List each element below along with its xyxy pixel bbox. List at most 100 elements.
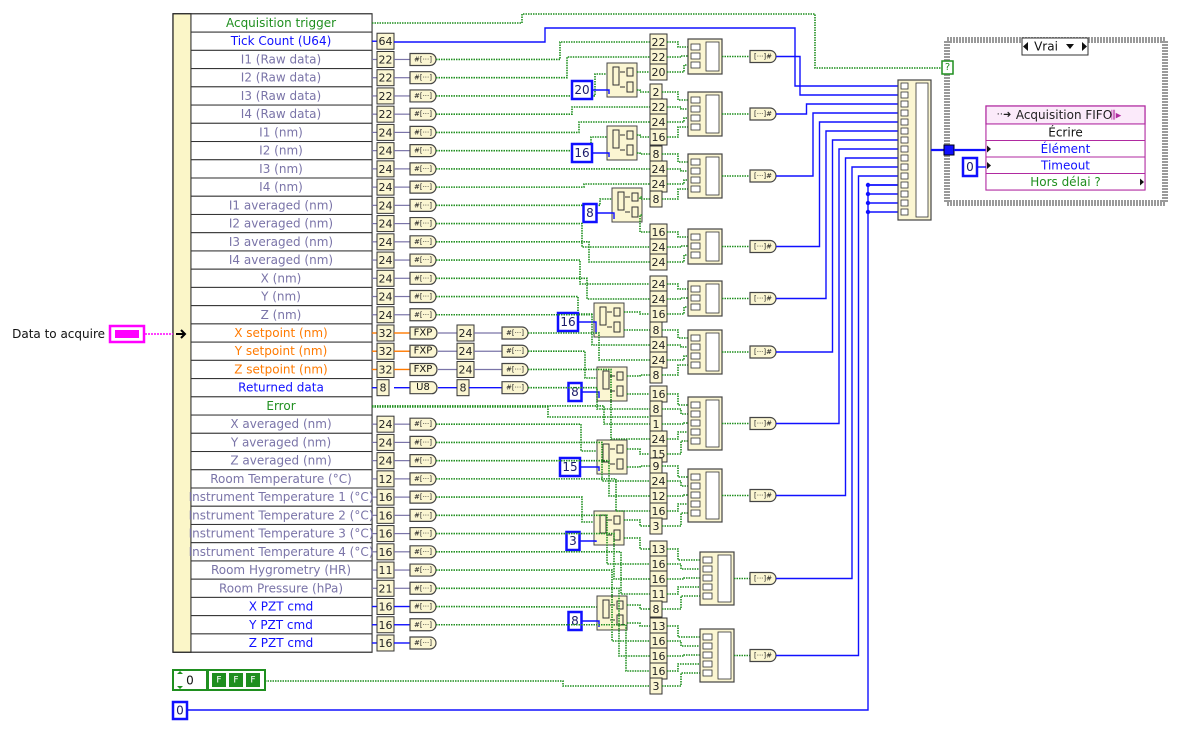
wire bbox=[667, 431, 688, 440]
build-array-input-icon bbox=[690, 158, 701, 166]
word-length-value: 24 bbox=[379, 199, 393, 212]
word-length-value: 24 bbox=[379, 455, 393, 468]
wire bbox=[436, 496, 594, 523]
wire bbox=[667, 306, 688, 315]
number-to-boolean-array-glyph: #[···] bbox=[414, 256, 432, 264]
unbundle-element-label: Instrument Temperature 2 (°C) bbox=[189, 508, 374, 522]
unbundle-element-label: Instrument Temperature 4 (°C) bbox=[189, 545, 374, 559]
build-array-input-icon bbox=[690, 437, 701, 445]
unbundle-element-label: Y averaged (nm) bbox=[230, 435, 331, 449]
wire bbox=[528, 368, 650, 440]
wire-junction-dot bbox=[865, 182, 871, 188]
wire bbox=[667, 563, 700, 570]
split-index-value: 15 bbox=[562, 460, 577, 474]
wire bbox=[667, 586, 700, 595]
build-array-output-icon bbox=[915, 82, 929, 218]
wire bbox=[627, 622, 650, 627]
build-array-input-icon bbox=[690, 176, 701, 184]
unbundle-element-label: Room Temperature (°C) bbox=[210, 472, 352, 486]
word-length-value: 24 bbox=[652, 163, 666, 176]
wire bbox=[662, 408, 688, 415]
word-length-value: 22 bbox=[652, 36, 666, 49]
build-array-input-icon bbox=[690, 303, 701, 311]
word-length-value: 24 bbox=[652, 178, 666, 191]
wire bbox=[776, 166, 898, 580]
word-length-value: 24 bbox=[379, 163, 393, 176]
build-array-input-icon bbox=[900, 127, 909, 135]
unbundle-element-label: I3 (nm) bbox=[259, 162, 303, 176]
build-array-output-icon bbox=[705, 283, 720, 314]
number-to-boolean-array-glyph: #[···] bbox=[414, 274, 432, 282]
unbundle-element-label: I4 (nm) bbox=[259, 180, 303, 194]
unbundle-element-label: Room Pressure (hPa) bbox=[219, 581, 343, 595]
case-selector-label: Vrai bbox=[1034, 40, 1058, 54]
word-length-value: 8 bbox=[653, 603, 660, 616]
wire bbox=[265, 680, 650, 687]
word-length-value: 16 bbox=[379, 619, 393, 632]
wire bbox=[667, 393, 688, 406]
build-array-input-icon bbox=[900, 199, 909, 207]
error-wire bbox=[372, 406, 650, 418]
wire bbox=[667, 254, 688, 263]
word-length-value: 24 bbox=[652, 293, 666, 306]
zero-constant-value: 0 bbox=[176, 704, 184, 718]
fifo-write-icon: ··➜ bbox=[997, 110, 1012, 121]
word-length-value: 16 bbox=[652, 131, 666, 144]
build-array-input-icon bbox=[900, 181, 909, 189]
boolean-array-to-number-glyph: [···]# bbox=[754, 492, 772, 500]
number-to-boolean-array-glyph: #[···] bbox=[506, 365, 524, 373]
unbundle-element-label: I2 (Raw data) bbox=[241, 71, 321, 85]
wire bbox=[528, 350, 597, 379]
word-length-value: 16 bbox=[379, 637, 393, 650]
cluster-icon bbox=[115, 330, 139, 338]
boolean-value: F bbox=[216, 676, 221, 686]
build-array-input-icon bbox=[702, 556, 713, 564]
word-length-value: 20 bbox=[652, 66, 666, 79]
build-array-input-icon bbox=[690, 105, 701, 113]
wire bbox=[667, 548, 700, 561]
conversion-label: U8 bbox=[416, 382, 430, 393]
build-array-input-icon bbox=[690, 294, 701, 302]
number-to-boolean-array-glyph: #[···] bbox=[414, 438, 432, 446]
number-to-boolean-array-glyph: #[···] bbox=[414, 584, 432, 592]
build-array-input-icon bbox=[900, 118, 909, 126]
wire bbox=[667, 283, 688, 290]
number-to-boolean-array-glyph: #[···] bbox=[506, 329, 524, 337]
word-length-value: 16 bbox=[652, 308, 666, 321]
build-array-input-icon bbox=[690, 482, 701, 490]
wire bbox=[662, 595, 700, 610]
word-length-value: 24 bbox=[379, 418, 393, 431]
word-length-value: 16 bbox=[379, 546, 393, 559]
build-array-input-icon bbox=[702, 633, 713, 641]
fifo-row-label: Hors délai ? bbox=[1030, 175, 1101, 189]
number-to-boolean-array-glyph: #[···] bbox=[414, 74, 432, 82]
number-to-boolean-array-glyph: #[···] bbox=[414, 165, 432, 173]
unbundle-element-label: I3 averaged (nm) bbox=[229, 235, 333, 249]
wire bbox=[667, 106, 688, 110]
wire bbox=[667, 297, 688, 300]
word-length-value: 16 bbox=[652, 505, 666, 518]
word-length-value: 32 bbox=[379, 327, 393, 340]
word-length-value: 8 bbox=[653, 403, 660, 416]
build-array-input-icon bbox=[702, 651, 713, 659]
split-index-value: 8 bbox=[571, 614, 579, 628]
wire bbox=[667, 480, 688, 487]
build-array-input-icon bbox=[690, 233, 701, 241]
number-to-boolean-array-glyph: #[···] bbox=[506, 347, 524, 355]
word-length-value: 24 bbox=[379, 145, 393, 158]
number-to-boolean-array-glyph: #[···] bbox=[414, 147, 432, 155]
wire bbox=[436, 222, 650, 248]
build-array-input-icon bbox=[900, 91, 909, 99]
number-to-boolean-array-glyph: #[···] bbox=[414, 128, 432, 136]
word-length-value: 8 bbox=[653, 148, 660, 161]
wire bbox=[436, 259, 650, 285]
build-array-output-icon bbox=[705, 471, 720, 520]
number-to-boolean-array-glyph: #[···] bbox=[414, 530, 432, 538]
wire bbox=[776, 148, 898, 425]
wire bbox=[581, 466, 600, 471]
build-array-input-icon bbox=[900, 154, 909, 162]
wire bbox=[667, 168, 688, 172]
wire bbox=[627, 374, 650, 377]
wire bbox=[637, 89, 650, 93]
word-length-value: 3 bbox=[653, 680, 660, 693]
